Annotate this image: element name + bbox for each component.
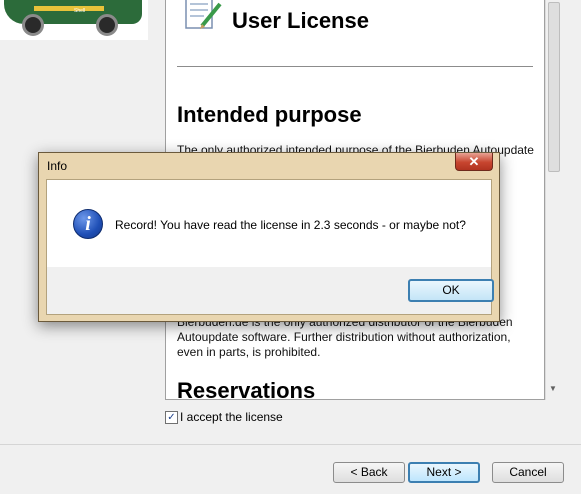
dialog-message: Record! You have read the license in 2.3… (115, 218, 466, 232)
scrollbar-thumb[interactable] (548, 2, 560, 172)
scroll-down-arrow-icon[interactable]: ▼ (549, 384, 557, 393)
ok-button[interactable]: OK (408, 279, 494, 302)
title-divider (177, 66, 533, 67)
next-button[interactable]: Next > (408, 462, 480, 483)
section-heading-intended-purpose: Intended purpose (177, 102, 362, 127)
footer-divider (0, 444, 581, 445)
car-wheel-icon (96, 14, 118, 36)
back-button[interactable]: < Back (333, 462, 405, 483)
page-title: User License (232, 8, 369, 33)
accept-license-checkbox[interactable]: ✓ (165, 411, 178, 424)
dialog-body: i Record! You have read the license in 2… (46, 179, 494, 315)
close-icon[interactable]: ✕ (455, 153, 493, 171)
car-logo-text: Shell (74, 8, 86, 14)
car-banner-image: Shell (0, 0, 148, 40)
dialog-title: Info (47, 159, 68, 173)
car-stripe (34, 6, 104, 11)
car-wheel-icon (22, 14, 44, 36)
accept-license-label[interactable]: I accept the license (180, 410, 283, 424)
document-scrollbar[interactable]: ▼ (545, 0, 562, 400)
section-heading-reservations: Reservations (177, 378, 316, 400)
info-dialog: Info ✕ i Record! You have read the licen… (38, 152, 500, 322)
cancel-button[interactable]: Cancel (492, 462, 564, 483)
dialog-message-area: i Record! You have read the license in 2… (47, 180, 491, 267)
info-icon: i (73, 209, 103, 239)
license-document-icon (185, 0, 222, 29)
